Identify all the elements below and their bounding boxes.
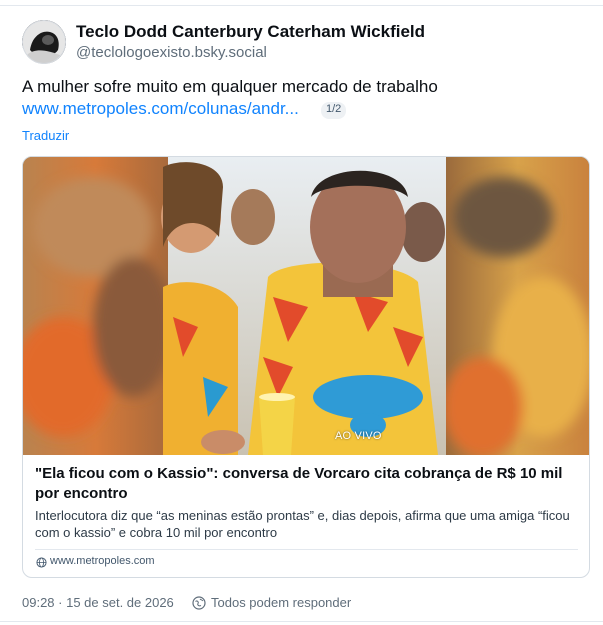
- card-divider: [35, 549, 578, 550]
- author-handle[interactable]: @teclologoexisto.bsky.social: [76, 44, 267, 61]
- link-preview-thumbnail: AO VIVO: [23, 157, 589, 455]
- post-container[interactable]: Teclo Dodd Canterbury Caterham Wickfield…: [0, 0, 603, 625]
- globe-reply-icon: [192, 596, 206, 610]
- top-divider: [0, 5, 603, 6]
- link-preview-description: Interlocutora diz que “as meninas estão …: [35, 508, 570, 540]
- author-display-name[interactable]: Teclo Dodd Canterbury Caterham Wickfield: [76, 22, 425, 42]
- globe-icon: [36, 557, 47, 568]
- bottom-divider: [0, 621, 603, 622]
- translate-button[interactable]: Traduzir: [22, 128, 69, 143]
- post-text: A mulher sofre muito em qualquer mercado…: [22, 77, 438, 96]
- link-preview-card[interactable]: AO VIVO "Ela ficou com o Kassio": conver…: [22, 156, 590, 578]
- post-link[interactable]: www.metropoles.com/colunas/andr...: [22, 99, 299, 119]
- thumbnail-image: [23, 157, 589, 455]
- live-label: AO VIVO: [335, 430, 382, 442]
- link-preview-domain: www.metropoles.com: [50, 555, 155, 567]
- reply-setting[interactable]: Todos podem responder: [211, 595, 351, 610]
- author-avatar[interactable]: [22, 20, 66, 64]
- link-preview-title[interactable]: "Ela ficou com o Kassio": conversa de Vo…: [35, 464, 580, 504]
- link-count-badge: 1/2: [321, 102, 347, 119]
- post-timestamp[interactable]: 09:28 · 15 de set. de 2026: [22, 595, 174, 610]
